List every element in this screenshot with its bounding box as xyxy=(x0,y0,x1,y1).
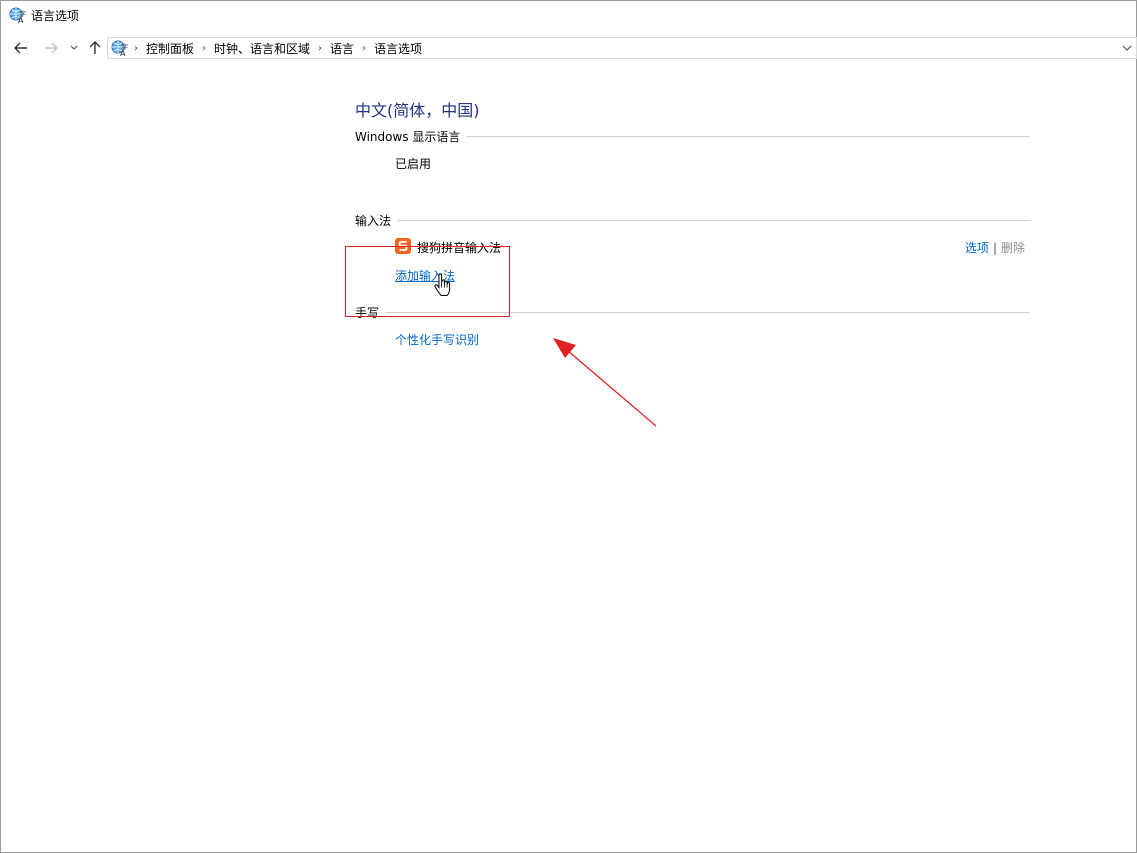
breadcrumb-separator-icon[interactable]: › xyxy=(318,43,322,54)
chevron-down-icon xyxy=(70,45,78,50)
up-button[interactable] xyxy=(86,38,104,58)
arrow-left-icon xyxy=(14,42,27,54)
section-divider xyxy=(466,135,1030,137)
title-bar: A 字 语言选项 xyxy=(1,1,1136,31)
language-globe-icon: A 字 xyxy=(111,40,128,57)
personalize-handwriting-link[interactable]: 个性化手写识别 xyxy=(395,331,479,348)
breadcrumb-separator-icon[interactable]: › xyxy=(362,43,366,54)
handwriting-label: 手写 xyxy=(355,305,380,320)
add-input-method-link[interactable]: 添加输入法 xyxy=(395,267,455,284)
control-panel-window: A 字 语言选项 A 字 › 控制面板 › 时钟、语言和区域 › 语言 › 语言… xyxy=(0,0,1137,853)
section-divider xyxy=(397,219,1030,221)
back-button[interactable] xyxy=(11,38,31,58)
breadcrumb-item-control-panel[interactable]: 控制面板 xyxy=(146,40,194,57)
input-method-section-header: 输入法 xyxy=(355,211,1030,229)
breadcrumb-separator-icon[interactable]: › xyxy=(202,43,206,54)
recent-locations-button[interactable] xyxy=(67,38,81,58)
input-method-row: 搜狗拼音输入法 选项 | 删除 xyxy=(395,237,1030,257)
arrow-up-icon xyxy=(89,41,101,54)
svg-text:字: 字 xyxy=(20,10,26,18)
handwriting-section-header: 手写 xyxy=(355,303,1030,321)
section-divider xyxy=(385,311,1030,313)
address-bar[interactable]: A 字 › 控制面板 › 时钟、语言和区域 › 语言 › 语言选项 xyxy=(107,37,1137,59)
svg-text:字: 字 xyxy=(122,43,128,51)
breadcrumb-separator-icon[interactable]: › xyxy=(134,43,138,54)
address-history-dropdown[interactable] xyxy=(1120,40,1134,56)
display-language-section-header: Windows 显示语言 xyxy=(355,127,1030,145)
input-method-options-link[interactable]: 选项 xyxy=(965,241,989,255)
window-title: 语言选项 xyxy=(31,9,80,23)
breadcrumb-item-language-options[interactable]: 语言选项 xyxy=(374,40,422,57)
forward-button[interactable] xyxy=(41,38,61,58)
sogou-s-icon xyxy=(395,238,411,254)
input-method-name: 搜狗拼音输入法 xyxy=(417,241,502,255)
navigation-bar: A 字 › 控制面板 › 时钟、语言和区域 › 语言 › 语言选项 xyxy=(1,35,1137,61)
language-globe-icon: A 字 xyxy=(9,7,26,24)
action-separator: | xyxy=(992,241,997,255)
breadcrumb-item-language[interactable]: 语言 xyxy=(330,40,354,57)
input-method-delete-link[interactable]: 删除 xyxy=(1001,241,1025,255)
arrow-right-icon xyxy=(45,42,58,54)
annotation-arrow-icon xyxy=(553,338,657,427)
language-title: 中文(简体，中国) xyxy=(355,101,480,120)
breadcrumb: › 控制面板 › 时钟、语言和区域 › 语言 › 语言选项 xyxy=(130,38,422,58)
breadcrumb-item-clock-language-region[interactable]: 时钟、语言和区域 xyxy=(214,40,310,57)
display-language-status: 已启用 xyxy=(395,157,432,171)
display-language-label: Windows 显示语言 xyxy=(355,129,461,144)
chevron-down-icon xyxy=(1122,45,1132,51)
input-method-label: 输入法 xyxy=(355,213,392,228)
input-method-actions: 选项 | 删除 xyxy=(965,239,1025,256)
